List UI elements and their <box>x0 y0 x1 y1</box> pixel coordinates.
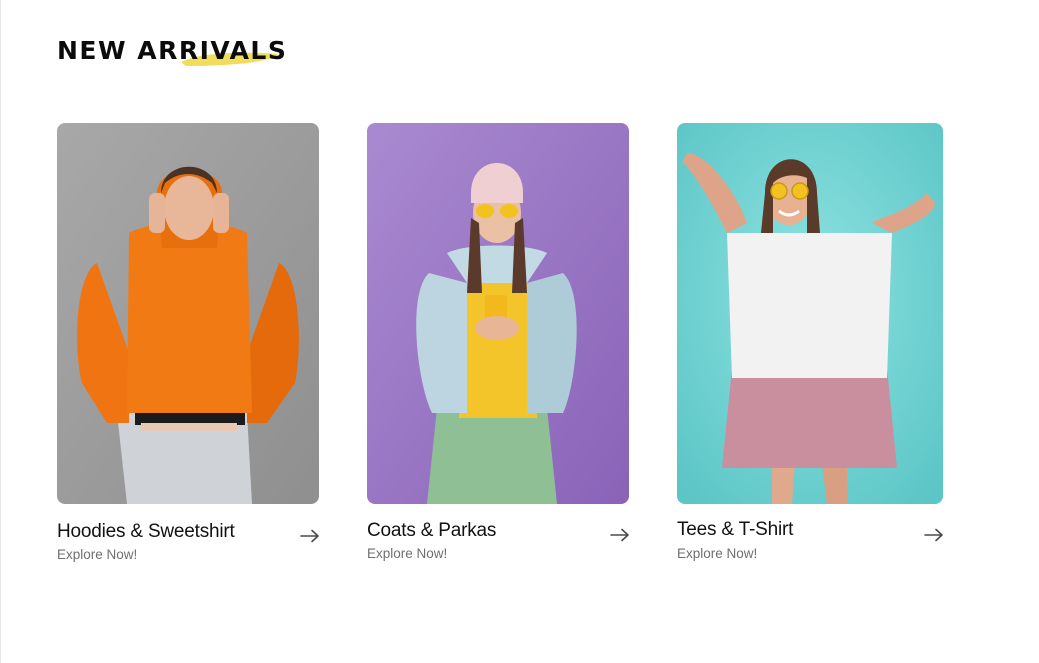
explore-now-link[interactable]: Explore Now! <box>367 546 447 561</box>
card-title: Tees & T-Shirt <box>677 519 794 540</box>
card-image-hoodies[interactable] <box>57 123 319 504</box>
explore-now-link[interactable]: Explore Now! <box>57 547 137 562</box>
arrow-right-icon[interactable] <box>610 528 630 542</box>
explore-now-link[interactable]: Explore Now! <box>677 546 757 561</box>
arrow-right-icon[interactable] <box>300 529 320 543</box>
card-image-coats[interactable] <box>367 123 629 504</box>
card-image-tees[interactable] <box>677 123 943 504</box>
left-border <box>0 0 1 663</box>
card-title: Coats & Parkas <box>367 520 497 541</box>
card-title: Hoodies & Sweetshirt <box>57 521 235 542</box>
arrow-right-icon[interactable] <box>924 528 944 542</box>
section-title: NEW ARRIVALS <box>57 36 288 65</box>
